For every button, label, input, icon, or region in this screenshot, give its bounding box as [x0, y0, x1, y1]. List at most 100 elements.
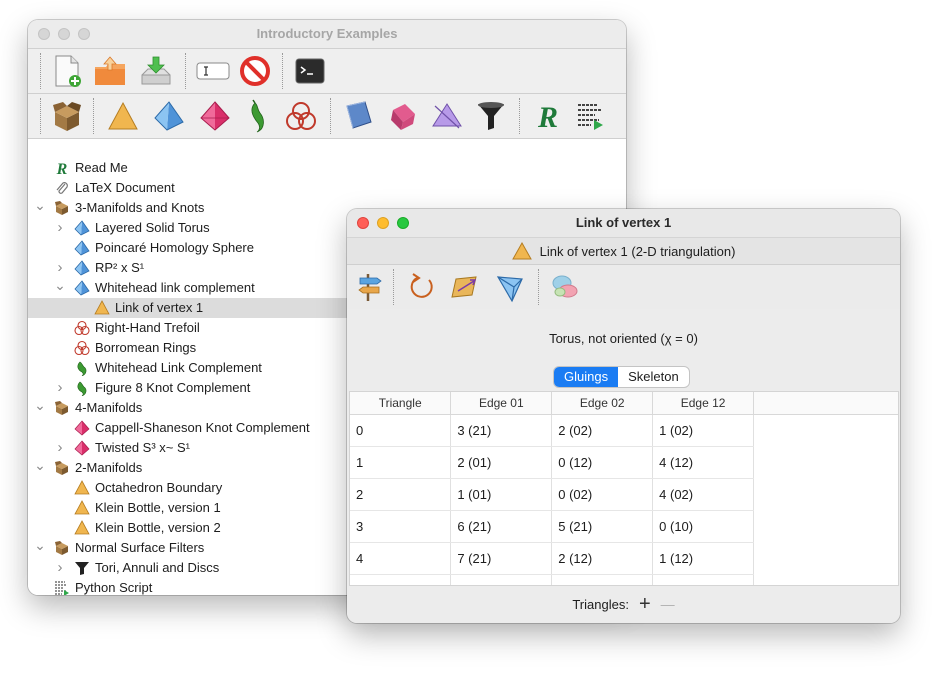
triangle-index-cell[interactable]: 2 — [350, 478, 452, 511]
svg-text:R: R — [537, 101, 558, 132]
tetrahedron-icon — [74, 220, 90, 236]
main-titlebar[interactable]: Introductory Examples — [28, 20, 626, 49]
triangle-index-cell[interactable]: 5 — [350, 574, 452, 585]
separator — [393, 269, 394, 305]
triangle-index-cell[interactable]: 0 — [350, 414, 452, 447]
build-3d-button[interactable] — [488, 267, 532, 307]
tree-row-label: Read Me — [75, 160, 128, 175]
new-text-button[interactable]: R — [526, 96, 570, 136]
zoom-button[interactable] — [397, 217, 409, 229]
triangle-icon — [94, 300, 110, 316]
close-button[interactable] — [38, 28, 50, 40]
tetrahedron-icon — [74, 240, 90, 256]
gluing-cell[interactable]: 0 (12) — [551, 446, 654, 479]
column-header[interactable]: Edge 01 — [450, 392, 553, 415]
table-row[interactable]: 47 (21) 2 (12) 1 (12) — [350, 542, 898, 575]
triangle-index-cell[interactable]: 3 — [350, 510, 452, 543]
snappea-icon — [251, 99, 264, 133]
tree-row-label: Whitehead link complement — [95, 280, 255, 295]
gluing-cell[interactable]: 2 (12) — [551, 542, 654, 575]
gluing-cell[interactable]: 1 (01) — [450, 478, 553, 511]
zoom-button[interactable] — [78, 28, 90, 40]
tab-skeleton[interactable]: Skeleton — [618, 367, 689, 387]
gluing-cell[interactable]: 4 (12) — [652, 446, 755, 479]
delete-button[interactable] — [234, 51, 276, 91]
new-filter-button[interactable] — [469, 96, 513, 136]
chevron-down-icon[interactable]: ⌄ — [34, 455, 46, 475]
chevron-down-icon[interactable]: ⌄ — [34, 395, 46, 415]
gluing-cell[interactable]: 3 (20) — [652, 574, 755, 585]
link-window: Link of vertex 1 Link of vertex 1 (2-D t… — [347, 209, 900, 623]
locate-button[interactable] — [353, 267, 387, 307]
triangle-index-cell[interactable]: 4 — [350, 542, 452, 575]
chevron-down-icon[interactable]: ⌄ — [34, 195, 46, 215]
table-row[interactable]: 56 (01)7 (20)3 (20) — [350, 574, 898, 585]
chevron-down-icon[interactable]: ⌄ — [34, 535, 46, 555]
orient-icon — [451, 276, 477, 298]
column-header[interactable]: Triangle — [350, 392, 452, 415]
close-button[interactable] — [357, 217, 369, 229]
new-normal-surfaces-button[interactable] — [337, 96, 381, 136]
triangle-icon — [74, 480, 90, 496]
chevron-down-icon[interactable]: ⌄ — [54, 275, 66, 295]
tree-row-label: Whitehead Link Complement — [95, 360, 262, 375]
python-console-button[interactable] — [289, 51, 331, 91]
open-file-button[interactable] — [87, 51, 133, 91]
gluing-cell[interactable]: 0 (02) — [551, 478, 654, 511]
separator — [40, 53, 41, 89]
new-container-button[interactable] — [47, 96, 87, 136]
gluing-cell[interactable]: 1 (02) — [652, 414, 755, 447]
new-link-button[interactable] — [278, 96, 324, 136]
packet-header: Link of vertex 1 (2-D triangulation) — [347, 238, 900, 265]
link-titlebar[interactable]: Link of vertex 1 — [347, 209, 900, 238]
tab-gluings[interactable]: Gluings — [554, 367, 619, 387]
rename-button[interactable] — [192, 51, 234, 91]
gluing-cell[interactable]: 5 (21) — [551, 510, 654, 543]
tree-row[interactable]: R Read Me — [28, 158, 626, 178]
table-row[interactable]: 03 (21) 2 (02) 1 (02) — [350, 414, 898, 447]
new-3d-triangulation-button[interactable] — [146, 96, 192, 136]
new-2d-triangulation-button[interactable] — [100, 96, 146, 136]
table-row[interactable]: 21 (01) 0 (02) 4 (02) — [350, 478, 898, 511]
chevron-right-icon[interactable]: › — [54, 218, 66, 238]
add-triangle-button[interactable]: + — [639, 593, 651, 616]
orient-button[interactable] — [444, 267, 488, 307]
terminal-icon — [295, 58, 325, 84]
column-header[interactable]: Edge 02 — [551, 392, 654, 415]
save-button[interactable] — [133, 51, 179, 91]
simplify-button[interactable] — [400, 267, 444, 307]
table-row[interactable]: 12 (01) 0 (12) 4 (12) — [350, 446, 898, 479]
minimize-button[interactable] — [58, 28, 70, 40]
remove-triangle-button[interactable]: — — [661, 596, 675, 612]
gluing-cell[interactable]: 0 (10) — [652, 510, 755, 543]
new-script-button[interactable] — [570, 96, 610, 136]
gluing-cell[interactable]: 6 (21) — [450, 510, 553, 543]
triangle-index-cell[interactable]: 1 — [350, 446, 452, 479]
table-row[interactable]: 36 (21) 5 (21) 0 (10) — [350, 510, 898, 543]
triangulation-toolbar — [347, 265, 900, 310]
snappea-icon — [74, 380, 90, 397]
column-header[interactable]: Edge 12 — [652, 392, 755, 415]
new-4d-triangulation-button[interactable] — [192, 96, 238, 136]
surfaces-button[interactable] — [545, 267, 585, 307]
new-normal-hypersurfaces-button[interactable] — [381, 96, 425, 136]
pentachoron-icon — [200, 101, 230, 131]
content-area: Torus, not oriented (χ = 0) Gluings Skel… — [347, 309, 900, 623]
chevron-right-icon[interactable]: › — [54, 378, 66, 398]
new-file-button[interactable] — [47, 51, 87, 91]
tree-row[interactable]: LaTeX Document — [28, 178, 626, 198]
gluing-cell[interactable]: 2 (01) — [450, 446, 553, 479]
tree-row-label: 3-Manifolds and Knots — [75, 200, 205, 215]
gluing-cell[interactable]: 3 (21) — [450, 414, 553, 447]
chevron-right-icon[interactable]: › — [54, 438, 66, 458]
gluing-cell[interactable]: 7 (21) — [450, 542, 553, 575]
gluing-cell[interactable]: 2 (02) — [551, 414, 654, 447]
new-snappea-triangulation-button[interactable] — [238, 96, 278, 136]
new-angle-structures-button[interactable] — [425, 96, 469, 136]
gluing-cell[interactable]: 7 (20) — [551, 574, 654, 585]
gluing-cell[interactable]: 4 (02) — [652, 478, 755, 511]
chevron-right-icon[interactable]: › — [54, 558, 66, 578]
gluing-cell[interactable]: 6 (01) — [450, 574, 553, 585]
gluing-cell[interactable]: 1 (12) — [652, 542, 755, 575]
minimize-button[interactable] — [377, 217, 389, 229]
